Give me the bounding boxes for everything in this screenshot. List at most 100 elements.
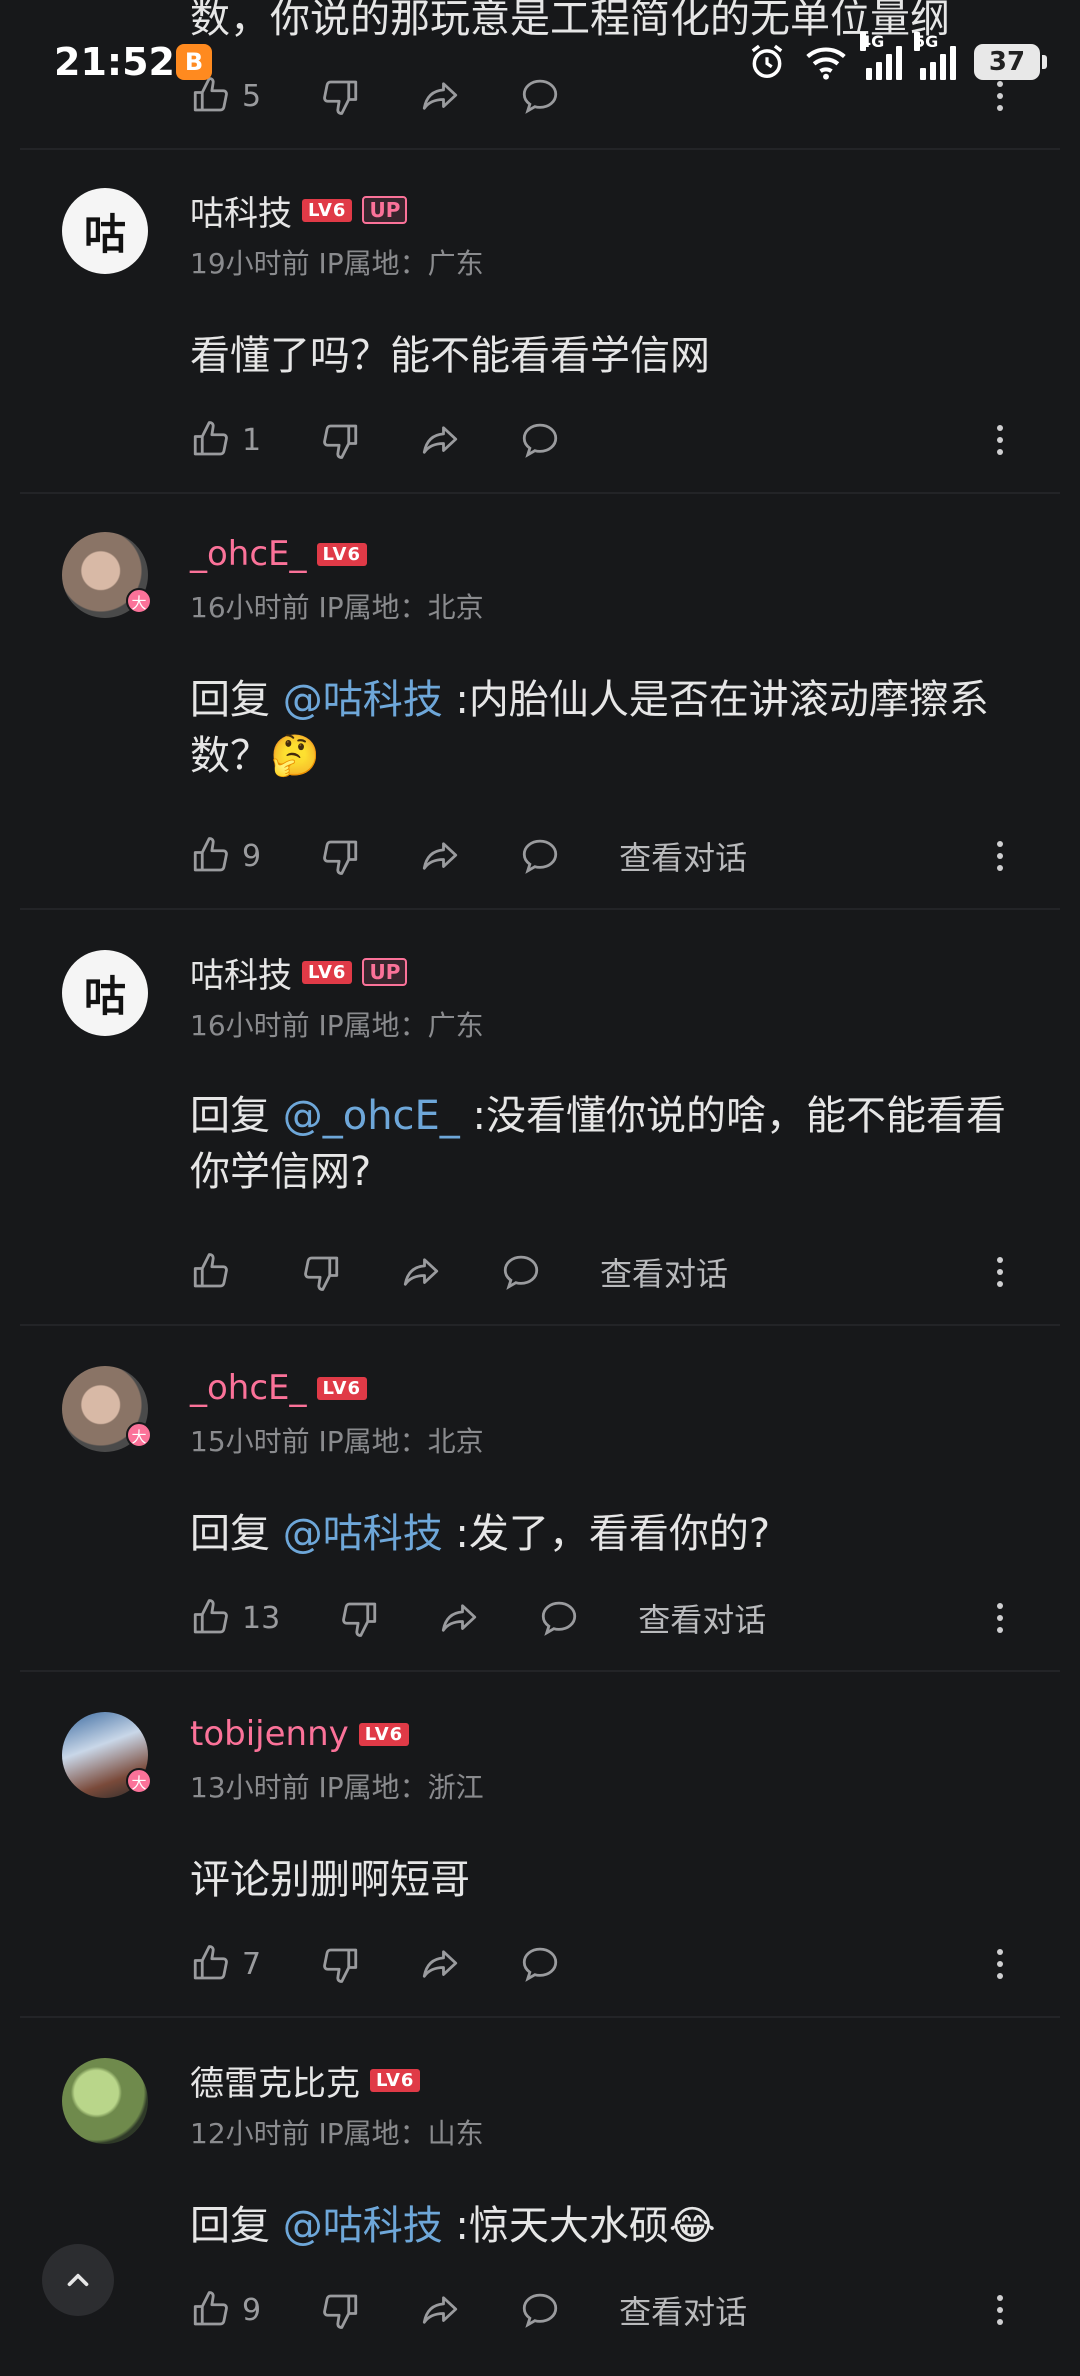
reply-button[interactable]: [538, 1597, 580, 1639]
dislike-button[interactable]: [319, 2289, 361, 2331]
username[interactable]: _ohcE_: [190, 534, 307, 574]
more-options-button[interactable]: [985, 1940, 1015, 1988]
like-button[interactable]: 9: [190, 2289, 261, 2331]
reply-button[interactable]: [519, 1943, 561, 1985]
thumb-up-icon: [193, 2291, 228, 2326]
alarm-icon: [751, 44, 783, 78]
mention-link[interactable]: @咕科技: [283, 2203, 443, 2249]
avatar[interactable]: 咕: [62, 950, 148, 1036]
thumb-up-icon: [193, 1253, 228, 1288]
reply-button[interactable]: [500, 1251, 542, 1293]
thumb-down-icon: [304, 1256, 339, 1291]
username[interactable]: _ohcE_: [190, 1368, 307, 1408]
share-button[interactable]: [419, 419, 461, 461]
wifi-icon: [806, 47, 846, 80]
view-conversation-link[interactable]: 查看对话: [600, 1249, 728, 1295]
up-badge: UP: [362, 958, 408, 986]
comment-text[interactable]: 回复 @咕科技 :内胎仙人是否在讲滚动摩擦系数？🤔: [190, 672, 1020, 784]
comment-text[interactable]: 评论别删啊短哥: [190, 1852, 1020, 1908]
reply-bubble-icon: [522, 1947, 558, 1982]
avatar[interactable]: 大: [62, 1366, 152, 1452]
reply-bubble-icon: [522, 2293, 558, 2328]
view-conversation-link[interactable]: 查看对话: [619, 833, 747, 879]
dislike-button[interactable]: [319, 835, 361, 877]
like-button[interactable]: 9: [190, 835, 261, 877]
share-icon: [422, 2296, 458, 2324]
divider: [20, 492, 1060, 494]
more-options-button[interactable]: [985, 1594, 1015, 1642]
like-button[interactable]: [190, 1251, 242, 1293]
share-icon: [442, 1604, 477, 1632]
comment-meta: 16小时前 IP属地：广东: [190, 1009, 484, 1042]
dislike-button[interactable]: [319, 1943, 361, 1985]
reply-bubble-icon: [522, 423, 558, 458]
comment-text[interactable]: 回复 @咕科技 :惊天大水硕😂: [190, 2198, 1020, 2254]
more-options-button[interactable]: [985, 1248, 1015, 1296]
vip-badge: 大: [126, 1422, 152, 1448]
reply-button[interactable]: [519, 2289, 561, 2331]
mention-link[interactable]: @咕科技: [283, 1511, 443, 1557]
share-button[interactable]: [419, 1943, 461, 1985]
thumb-down-icon: [323, 840, 358, 875]
like-button[interactable]: 13: [190, 1597, 280, 1639]
thumb-up-icon: [193, 1945, 228, 1980]
dislike-button[interactable]: [300, 1251, 342, 1293]
dislike-button[interactable]: [319, 419, 361, 461]
avatar[interactable]: [62, 2058, 148, 2144]
vip-badge: 大: [126, 588, 152, 614]
like-button[interactable]: 7: [190, 1943, 261, 1985]
comment-text[interactable]: 回复 @_ohcE_ :没看懂你说的啥，能不能看看你学信网?: [190, 1088, 1020, 1200]
mention-link[interactable]: @咕科技: [283, 677, 443, 723]
comment-text[interactable]: 看懂了吗？能不能看看学信网: [190, 328, 1020, 384]
back-to-top-button[interactable]: [42, 2244, 114, 2316]
dislike-button[interactable]: [338, 1597, 380, 1639]
username[interactable]: 咕科技: [190, 948, 292, 997]
share-button[interactable]: [419, 2289, 461, 2331]
reply-button[interactable]: [519, 419, 561, 461]
view-conversation-link[interactable]: 查看对话: [619, 2287, 747, 2333]
thumb-down-icon: [323, 424, 358, 459]
comment-meta: 15小时前 IP属地：北京: [190, 1425, 484, 1458]
share-icon: [422, 842, 458, 870]
share-button[interactable]: [400, 1251, 442, 1293]
username[interactable]: tobijenny: [190, 1714, 349, 1754]
username[interactable]: 德雷克比克: [190, 2056, 360, 2105]
divider: [20, 1670, 1060, 1672]
like-count: 9: [242, 2292, 262, 2328]
like-count: 1: [242, 422, 262, 458]
avatar[interactable]: 咕: [62, 188, 148, 274]
username[interactable]: 咕科技: [190, 186, 292, 235]
divider: [20, 148, 1060, 150]
thumb-up-icon: [193, 421, 228, 456]
reply-bubble-icon: [503, 1255, 539, 1290]
divider: [20, 2016, 1060, 2018]
like-count: 9: [242, 838, 262, 874]
like-button[interactable]: 1: [190, 419, 261, 461]
comment-text[interactable]: 回复 @咕科技 :发了，看看你的?: [190, 1506, 1020, 1562]
level-badge: LV6: [358, 1722, 410, 1746]
level-badge: LV6: [302, 960, 353, 984]
more-options-button[interactable]: [985, 2286, 1015, 2334]
avatar[interactable]: 大: [62, 1712, 152, 1798]
level-badge: LV6: [370, 2068, 421, 2092]
comment-meta: 16小时前 IP属地：北京: [190, 591, 484, 624]
reply-bubble-icon: [542, 1601, 577, 1636]
mention-link[interactable]: @_ohcE_: [283, 1093, 460, 1139]
like-count: 7: [242, 1946, 262, 1982]
app-notification-icon: B: [176, 44, 212, 80]
reply-bubble-icon: [522, 839, 558, 874]
reply-button[interactable]: [519, 835, 561, 877]
signal-5g-icon: 5G: [914, 32, 956, 80]
share-button[interactable]: [419, 835, 461, 877]
view-conversation-link[interactable]: 查看对话: [638, 1595, 766, 1641]
divider: [20, 908, 1060, 910]
share-icon: [403, 1258, 439, 1286]
more-options-button[interactable]: [985, 832, 1015, 880]
chevron-up-icon: [67, 2273, 89, 2287]
avatar[interactable]: 大: [62, 532, 152, 618]
up-badge: UP: [362, 196, 408, 224]
thumb-down-icon: [323, 2294, 358, 2329]
more-options-button[interactable]: [985, 416, 1015, 464]
share-button[interactable]: [438, 1597, 480, 1639]
status-time: 21:52: [54, 40, 175, 84]
